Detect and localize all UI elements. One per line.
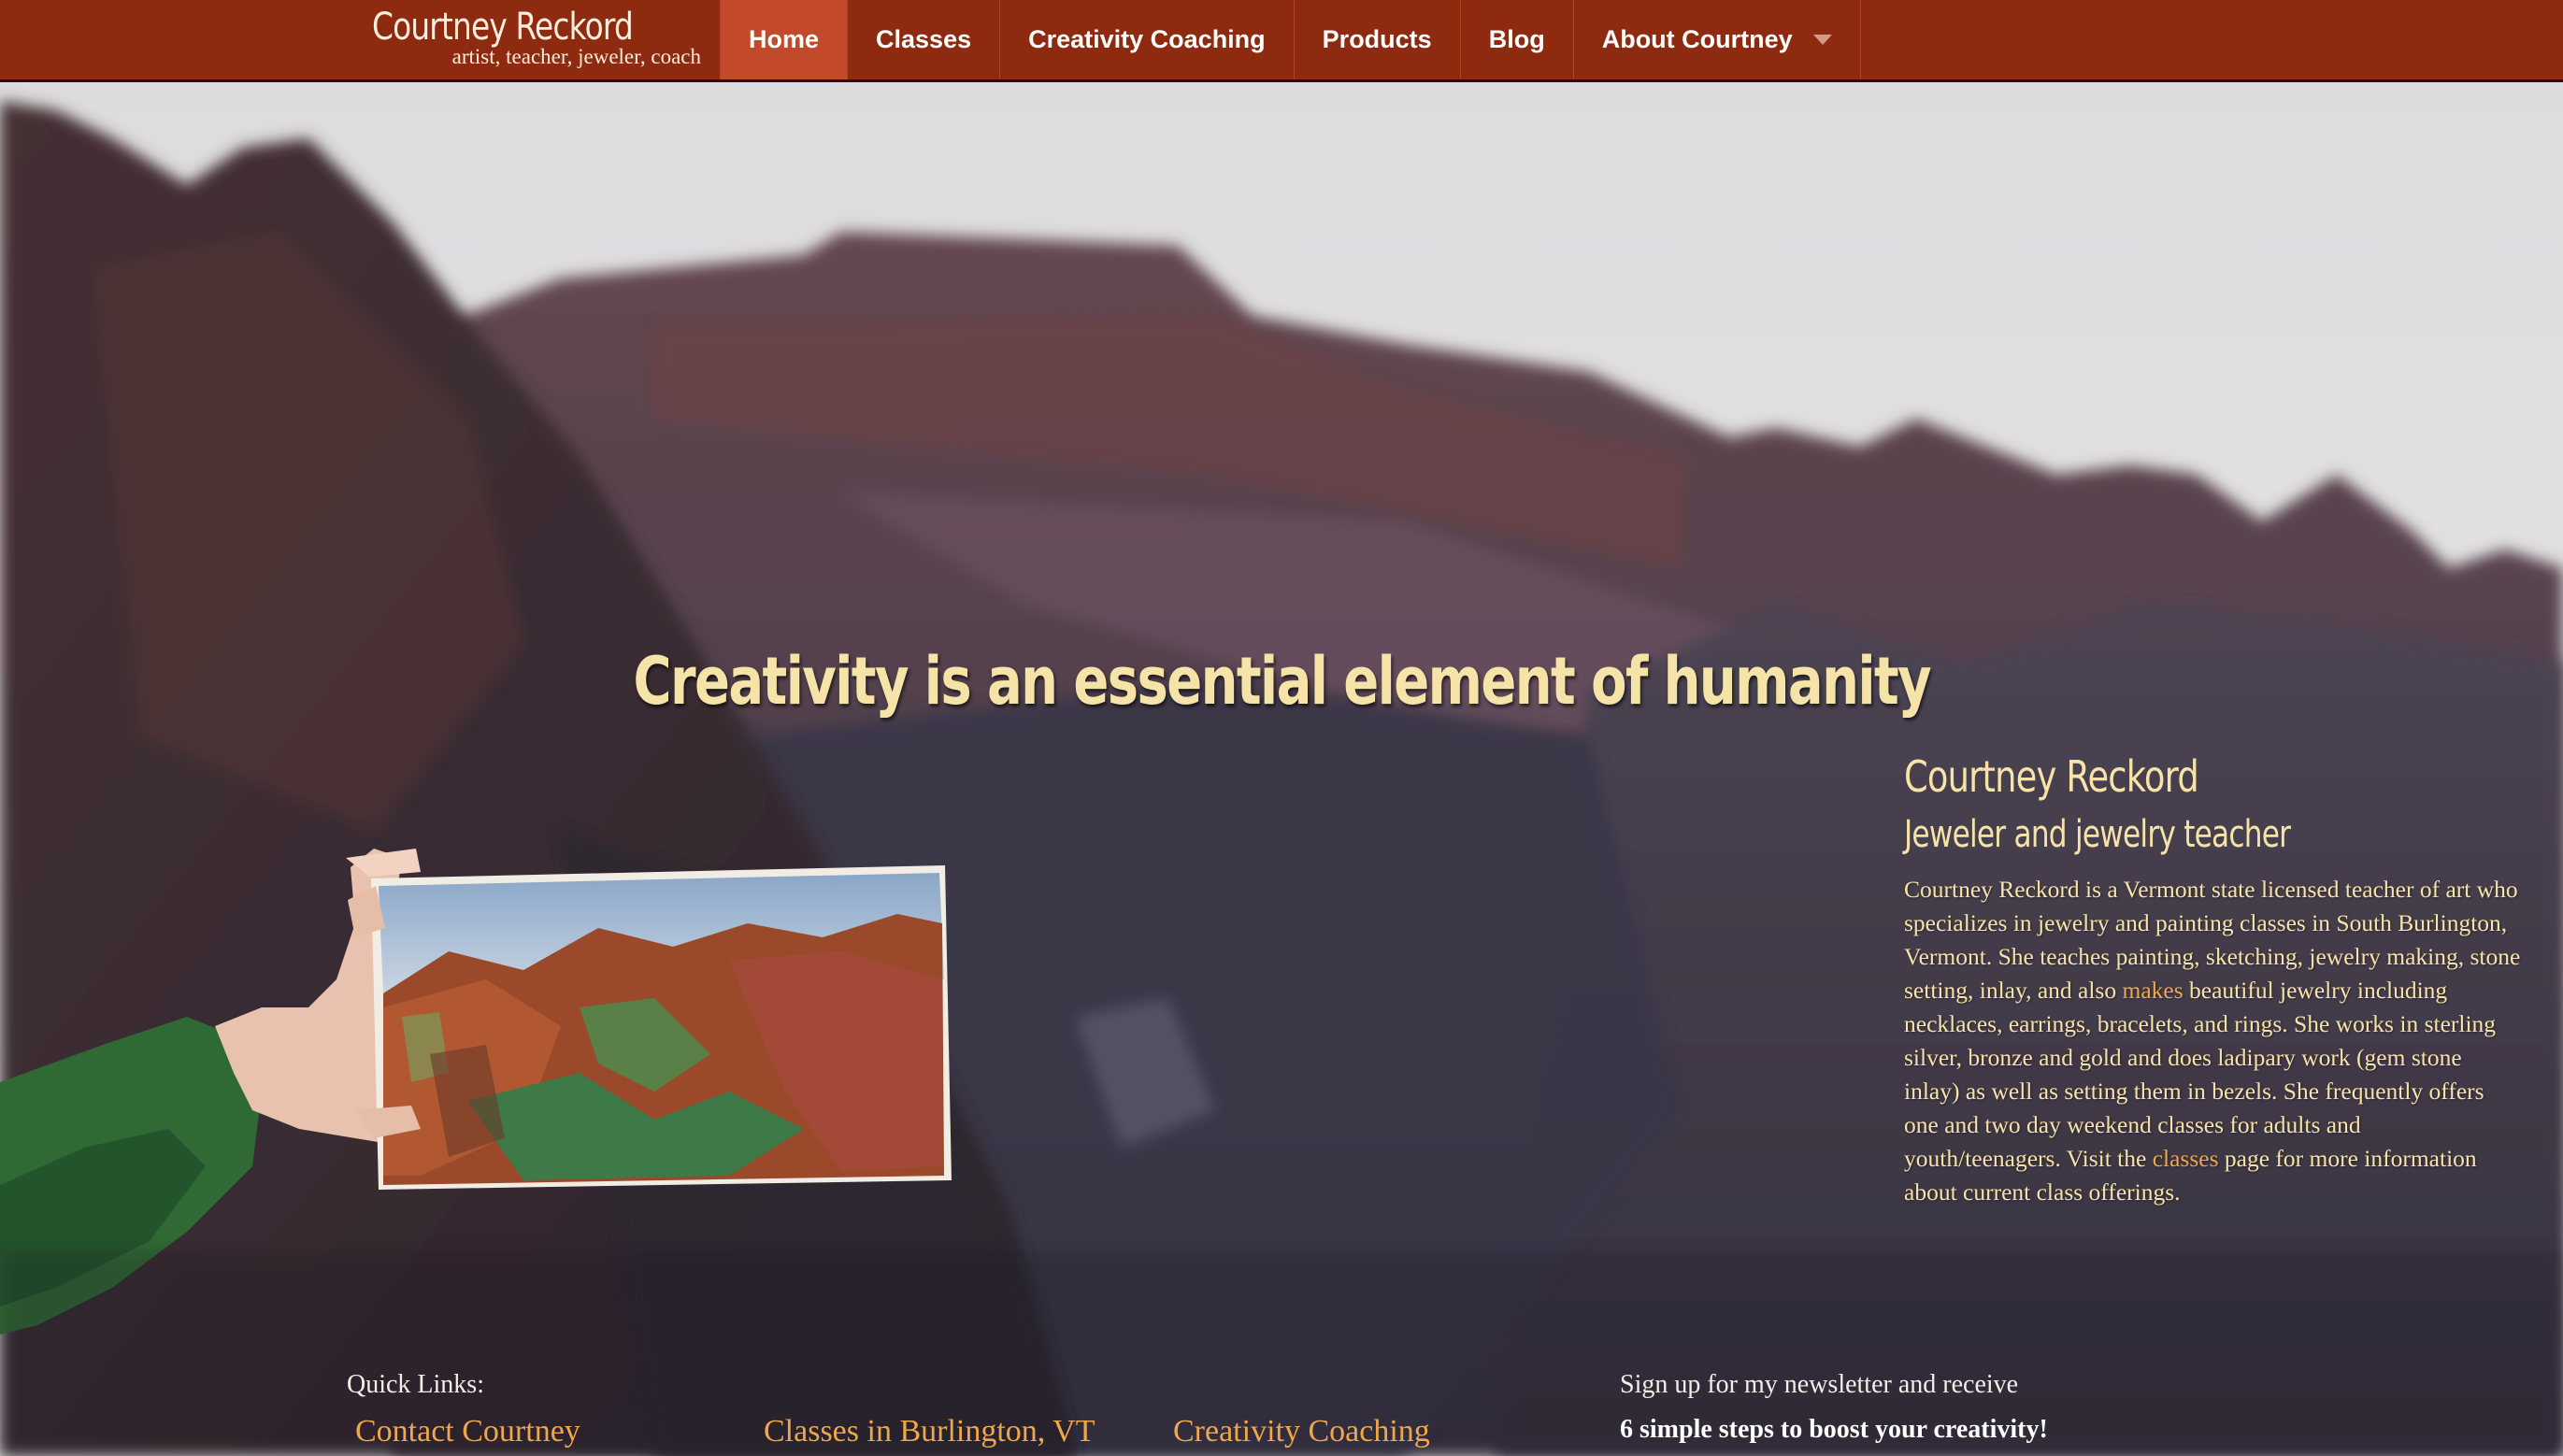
main-menu: Home Classes Creativity Coaching Product… (720, 0, 1861, 79)
quick-link-creativity-coaching[interactable]: Creativity Coaching (1173, 1414, 1430, 1449)
quick-link-classes-burlington[interactable]: Classes in Burlington, VT (764, 1414, 1095, 1449)
nav-blog[interactable]: Blog (1461, 0, 1574, 79)
bio-panel: Courtney Reckord Jeweler and jewelry tea… (1904, 751, 2521, 1209)
quick-links-title: Quick Links: (347, 1370, 484, 1399)
nav-about-courtney[interactable]: About Courtney (1574, 0, 1861, 79)
site-name[interactable]: Courtney Reckord (372, 6, 634, 49)
bio-role: Jeweler and jewelry teacher (1904, 813, 2291, 856)
nav-creativity-coaching[interactable]: Creativity Coaching (1000, 0, 1295, 79)
bio-text-2: beautiful jewelry including necklaces, e… (1904, 977, 2497, 1172)
hero-background: Creativity is an essential element of hu… (0, 82, 2563, 1456)
chevron-down-icon[interactable] (1812, 35, 1832, 45)
hero-headline: Creativity is an essential element of hu… (0, 643, 2563, 720)
top-nav-bar: Courtney Reckord artist, teacher, jewele… (0, 0, 2563, 82)
bio-paragraph: Courtney Reckord is a Vermont state lice… (1904, 873, 2521, 1209)
site-brand[interactable]: Courtney Reckord artist, teacher, jewele… (372, 6, 709, 79)
makes-link[interactable]: makes (2122, 977, 2183, 1004)
newsletter-offer: 6 simple steps to boost your creativity! (1620, 1415, 2048, 1444)
newsletter-title: Sign up for my newsletter and receive (1620, 1370, 2019, 1399)
quick-link-contact-courtney[interactable]: Contact Courtney (355, 1414, 580, 1449)
nav-about-label: About Courtney (1601, 25, 1793, 53)
nav-products[interactable]: Products (1295, 0, 1461, 79)
site-tagline: artist, teacher, jeweler, coach (451, 45, 701, 68)
classes-link[interactable]: classes (2153, 1145, 2219, 1172)
nav-classes[interactable]: Classes (848, 0, 1001, 79)
hero-headline-text: Creativity is an essential element of hu… (633, 643, 1931, 720)
quick-links: Contact Courtney Classes in Burlington, … (355, 1414, 1570, 1456)
bio-name: Courtney Reckord (1904, 751, 2199, 802)
nav-home[interactable]: Home (720, 0, 849, 79)
